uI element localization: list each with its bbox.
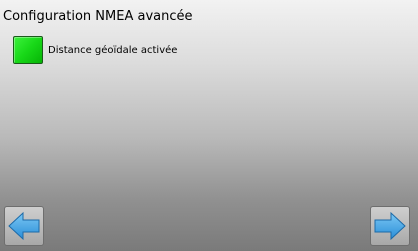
arrow-left-icon: [8, 211, 40, 241]
geoidal-distance-checkbox[interactable]: [13, 36, 43, 64]
nmea-config-screen: Configuration NMEA avancée Distance géoï…: [0, 0, 418, 251]
page-title: Configuration NMEA avancée: [3, 9, 193, 24]
next-button[interactable]: [370, 206, 410, 246]
geoidal-distance-option[interactable]: Distance géoïdale activée: [13, 36, 177, 64]
previous-button[interactable]: [4, 206, 44, 246]
arrow-right-icon: [374, 211, 406, 241]
geoidal-distance-label: Distance géoïdale activée: [48, 44, 178, 56]
